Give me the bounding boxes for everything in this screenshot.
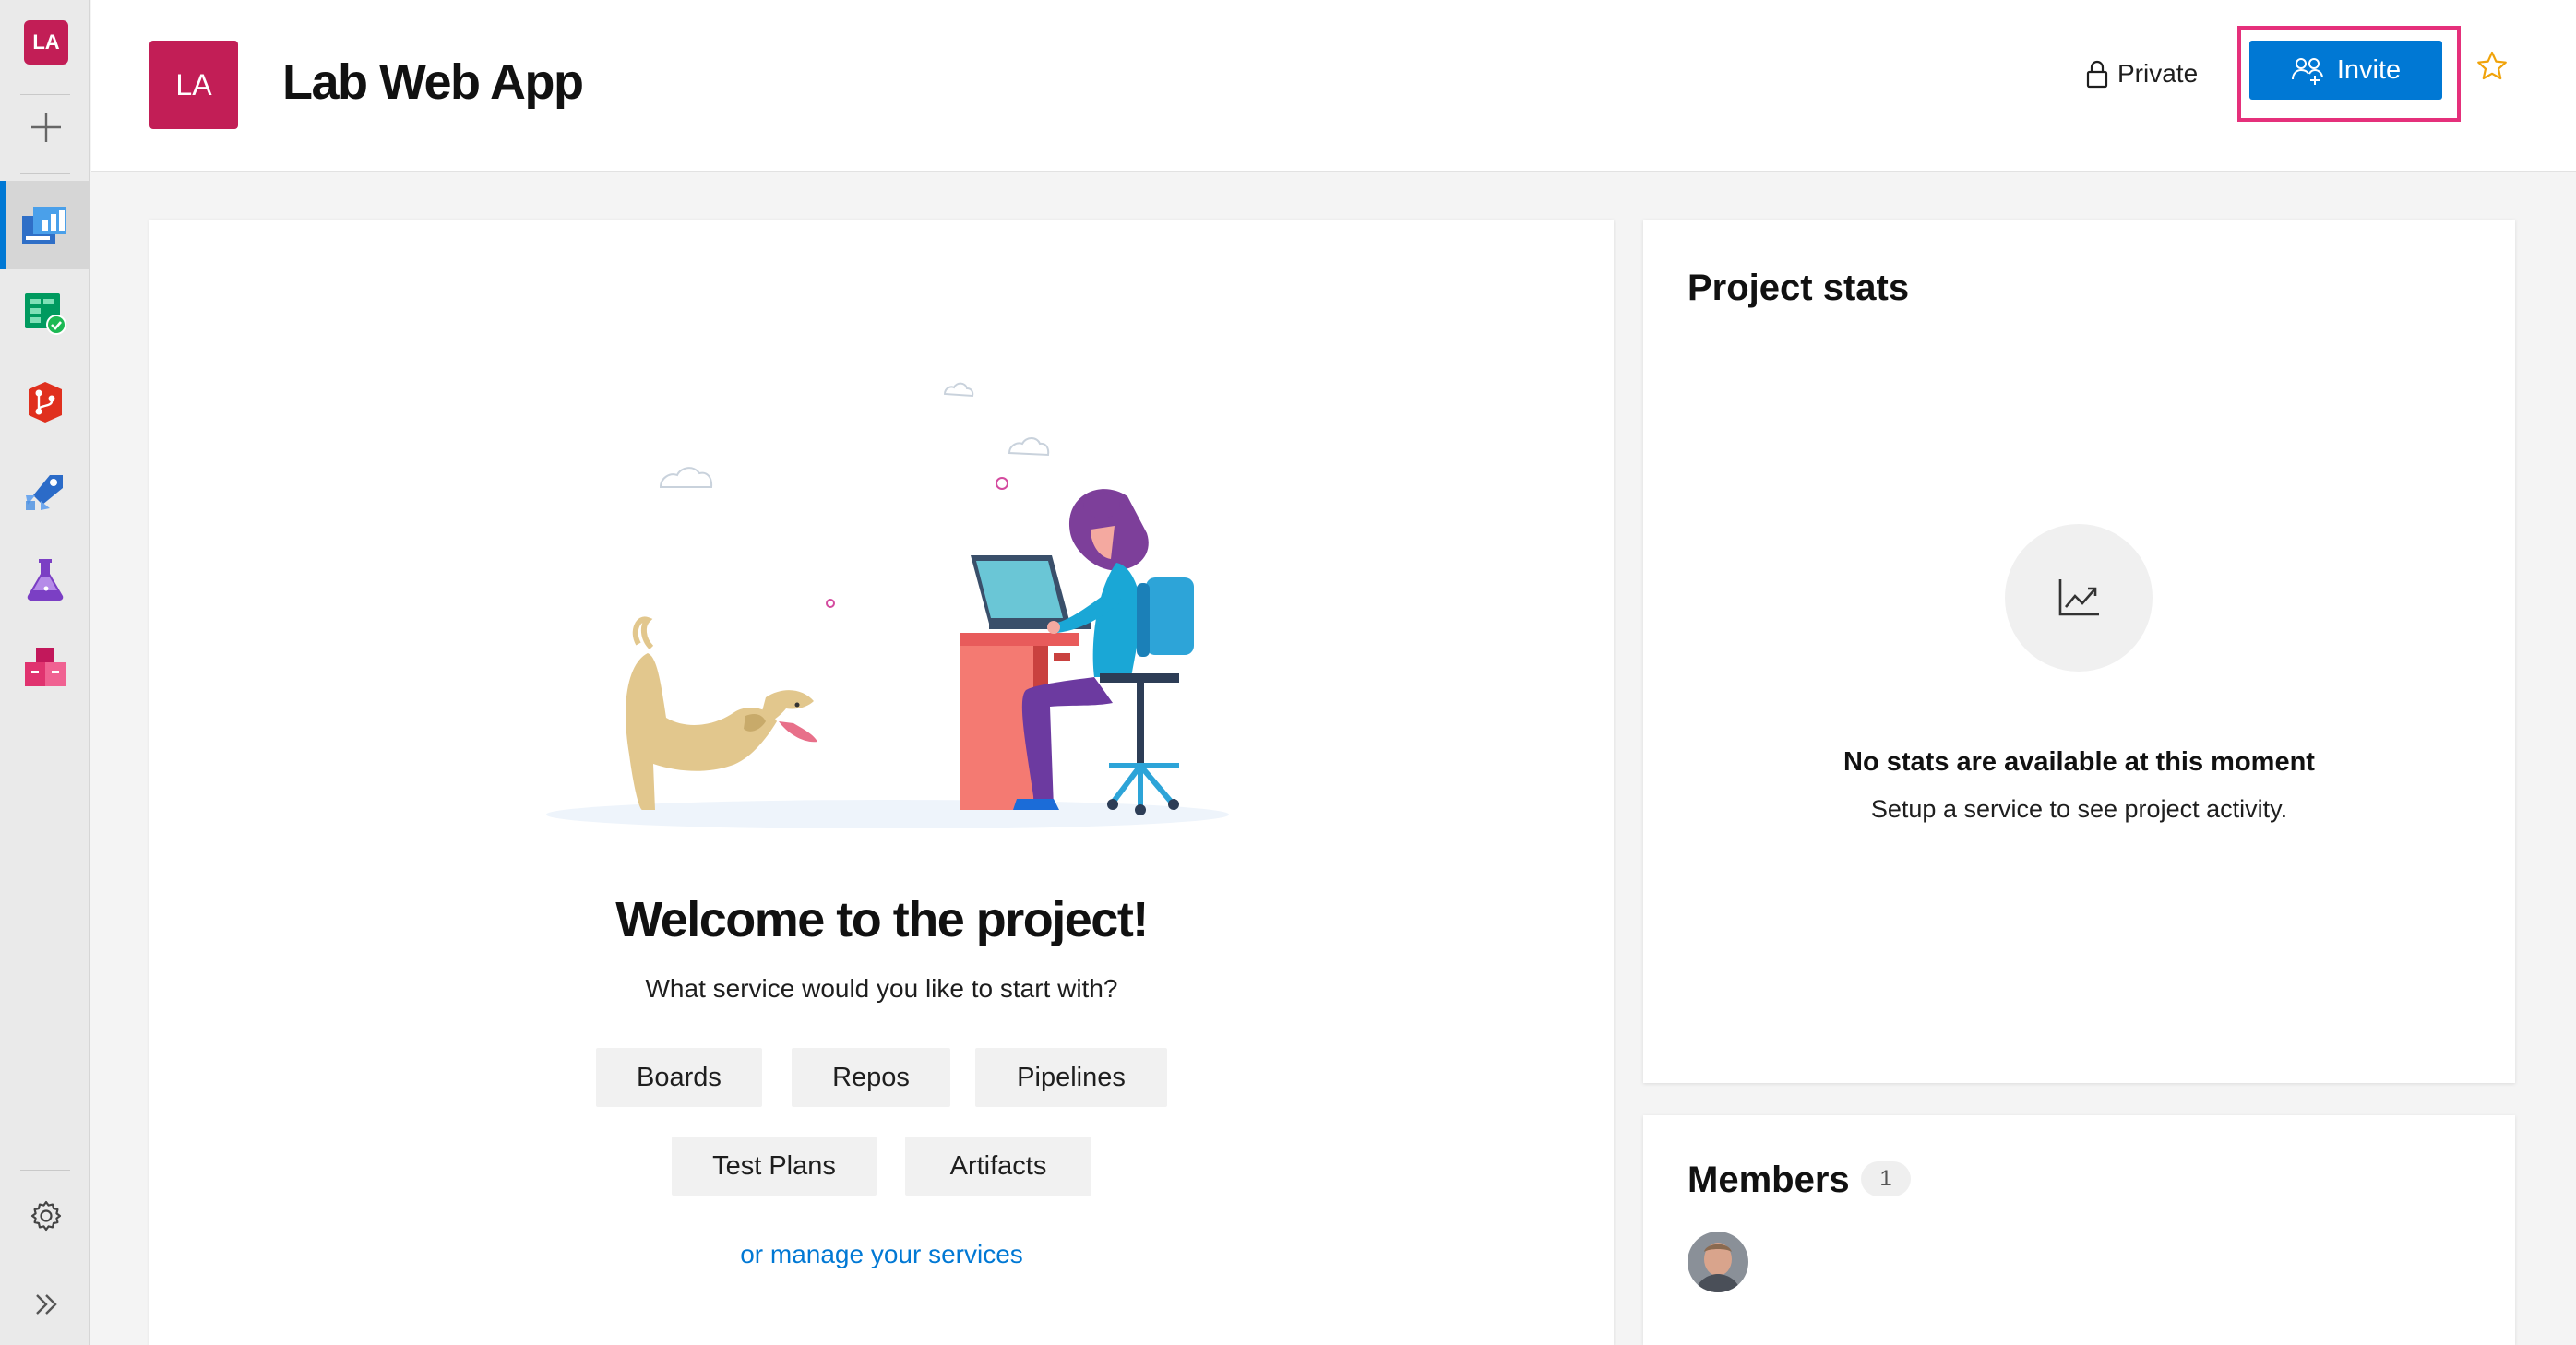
test-plans-icon <box>27 559 64 601</box>
add-icon[interactable] <box>26 107 66 148</box>
welcome-title: Welcome to the project! <box>615 892 1149 947</box>
project-header: LA Lab Web App Private Invite <box>91 0 2576 172</box>
favorite-star-icon[interactable] <box>2472 46 2512 87</box>
service-button-artifacts[interactable]: Artifacts <box>905 1137 1091 1196</box>
rail-item-pipelines[interactable] <box>0 446 90 535</box>
org-avatar[interactable]: LA <box>24 20 68 65</box>
members-count-badge: 1 <box>1861 1161 1911 1196</box>
rail-item-test-plans[interactable] <box>0 535 90 624</box>
member-avatar[interactable] <box>1688 1232 1748 1292</box>
welcome-card: Welcome to the project! What service wou… <box>149 220 1614 1345</box>
visibility-label: Private <box>2117 59 2199 88</box>
service-button-repos[interactable]: Repos <box>792 1048 950 1107</box>
rail-item-repos[interactable] <box>0 358 90 446</box>
page-title: Lab Web App <box>282 54 584 110</box>
rail-item-boards[interactable] <box>0 269 90 358</box>
lock-icon <box>2086 60 2108 89</box>
welcome-subtitle: What service would you like to start wit… <box>645 974 1118 1003</box>
double-chevron-right-icon[interactable] <box>24 1282 68 1327</box>
invite-label: Invite <box>2336 54 2402 85</box>
stats-empty-subtitle: Setup a service to see project activity. <box>1870 795 2288 823</box>
stats-empty-illustration <box>2005 524 2153 672</box>
visibility-indicator[interactable]: Private <box>2086 52 2198 96</box>
project-avatar: LA <box>149 41 238 129</box>
artifacts-icon <box>25 648 66 686</box>
members-title: Members <box>1688 1160 1850 1200</box>
stats-empty-title: No stats are available at this moment <box>1843 747 2315 777</box>
left-nav-rail: LA <box>0 0 90 1345</box>
project-stats-title: Project stats <box>1688 268 1910 308</box>
people-add-icon <box>2291 58 2323 85</box>
gear-icon[interactable] <box>24 1194 68 1238</box>
manage-services-link[interactable]: or manage your services <box>149 1240 1614 1269</box>
rail-item-artifacts[interactable] <box>0 624 90 712</box>
service-button-pipelines[interactable]: Pipelines <box>975 1048 1167 1107</box>
overview-icon <box>22 207 66 244</box>
members-card: Members 1 <box>1643 1115 2515 1345</box>
boards-icon <box>25 293 66 335</box>
pipelines-icon <box>26 475 63 510</box>
welcome-illustration <box>546 382 1229 828</box>
invite-button[interactable]: Invite <box>2249 41 2442 100</box>
service-button-test-plans[interactable]: Test Plans <box>672 1137 877 1196</box>
rail-divider <box>20 94 70 95</box>
project-stats-card: Project stats No stats are available at … <box>1643 220 2515 1083</box>
rail-item-overview[interactable] <box>0 181 90 269</box>
rail-divider <box>20 1170 70 1171</box>
line-chart-icon <box>2058 579 2099 616</box>
repos-icon <box>29 382 62 423</box>
rail-divider <box>20 173 70 174</box>
service-button-boards[interactable]: Boards <box>596 1048 762 1107</box>
